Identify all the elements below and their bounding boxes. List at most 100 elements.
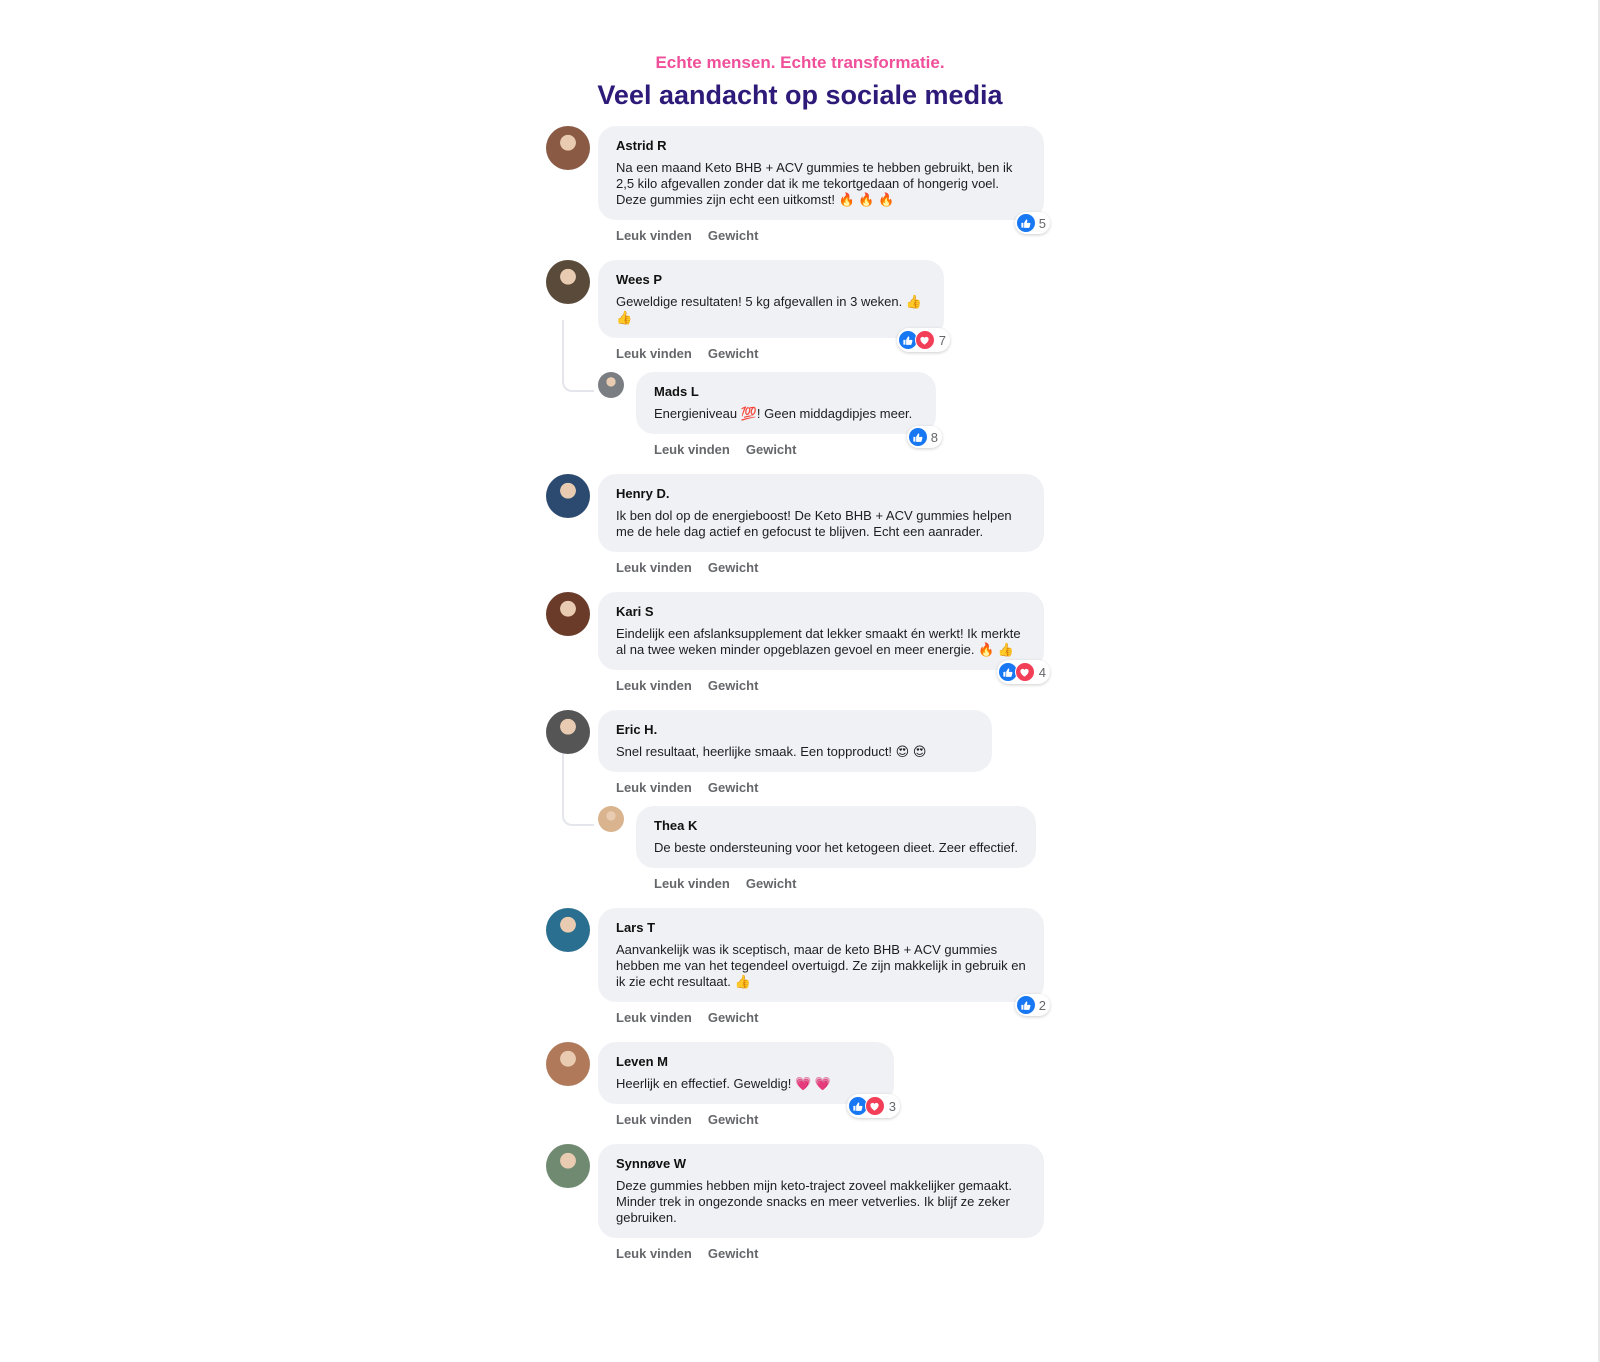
comment-author[interactable]: Thea K	[654, 818, 1018, 834]
reaction-summary[interactable]: 5	[1014, 212, 1050, 234]
comment-thread: Astrid R Na een maand Keto BHB + ACV gumm…	[546, 126, 1056, 244]
like-button[interactable]: Leuk vinden	[654, 876, 730, 892]
comment: Eric H. Snel resultaat, heerlijke smaak. …	[546, 710, 1056, 772]
reaction-summary[interactable]: 3	[846, 1094, 900, 1118]
comment-actions: Leuk vinden Gewicht	[546, 1238, 1056, 1262]
comment-text: De beste ondersteuning voor het ketogeen…	[654, 840, 1018, 855]
avatar[interactable]	[546, 260, 590, 304]
comment-actions: Leuk vinden Gewicht	[546, 220, 1056, 244]
comment-actions: Leuk vinden Gewicht	[546, 552, 1056, 576]
reply-connector	[562, 320, 594, 392]
weight-button[interactable]: Gewicht	[708, 346, 759, 362]
comment-actions: Leuk vinden Gewicht	[546, 772, 1056, 796]
comment-bubble: Wees P Geweldige resultaten! 5 kg afgeval…	[598, 260, 950, 352]
comment-bubble: Mads L Energieniveau 💯! Geen middagdipjes…	[636, 372, 942, 448]
reply-comment: Mads L Energieniveau 💯! Geen middagdipjes…	[598, 372, 1056, 448]
comment-actions: Leuk vinden Gewicht	[546, 338, 1056, 362]
comment-bubble: Lars T Aanvankelijk was ik sceptisch, maa…	[598, 908, 1050, 1016]
comment-text: Na een maand Keto BHB + ACV gummies te h…	[616, 160, 1013, 207]
like-button[interactable]: Leuk vinden	[616, 1246, 692, 1262]
comment-thread: Lars T Aanvankelijk was ik sceptisch, maa…	[546, 908, 1056, 1026]
reaction-summary[interactable]: 2	[1014, 994, 1050, 1016]
like-button[interactable]: Leuk vinden	[616, 1010, 692, 1026]
avatar[interactable]	[598, 806, 624, 832]
comment-body: Eric H. Snel resultaat, heerlijke smaak. …	[598, 710, 992, 772]
avatar[interactable]	[546, 126, 590, 170]
comment-thread: Eric H. Snel resultaat, heerlijke smaak. …	[546, 710, 1056, 892]
comment-bubble: Eric H. Snel resultaat, heerlijke smaak. …	[598, 710, 992, 772]
reaction-summary[interactable]: 7	[896, 328, 950, 352]
weight-button[interactable]: Gewicht	[708, 1112, 759, 1128]
reaction-count: 5	[1038, 215, 1046, 231]
comment-author[interactable]: Henry D.	[616, 486, 1026, 502]
weight-button[interactable]: Gewicht	[708, 1010, 759, 1026]
reply-list: Mads L Energieniveau 💯! Geen middagdipjes…	[562, 320, 1056, 458]
comment-thread: Wees P Geweldige resultaten! 5 kg afgeval…	[546, 260, 1056, 458]
comment-bubble: Leven M Heerlijk en effectief. Geweldig! …	[598, 1042, 900, 1118]
comment-bubble: Kari S Eindelijk een afslanksupplement da…	[598, 592, 1050, 684]
weight-button[interactable]: Gewicht	[708, 780, 759, 796]
reaction-count: 3	[888, 1098, 896, 1114]
comment-text: Energieniveau 💯! Geen middagdipjes meer.	[654, 406, 913, 421]
weight-button[interactable]: Gewicht	[708, 228, 759, 244]
comment-thread: Leven M Heerlijk en effectief. Geweldig! …	[546, 1042, 1056, 1128]
comment-bubble: Astrid R Na een maand Keto BHB + ACV gumm…	[598, 126, 1050, 234]
comment-author[interactable]: Synnøve W	[616, 1156, 1026, 1172]
comment-bubble: Henry D. Ik ben dol op de energieboost! D…	[598, 474, 1044, 552]
heart-icon	[914, 330, 935, 350]
reply-list: Thea K De beste ondersteuning voor het ke…	[562, 754, 1056, 892]
like-button[interactable]: Leuk vinden	[616, 228, 692, 244]
avatar[interactable]	[546, 908, 590, 952]
reaction-summary[interactable]: 8	[906, 426, 942, 448]
comment-author[interactable]: Eric H.	[616, 722, 974, 738]
comment-text: Deze gummies hebben mijn keto-traject zo…	[616, 1178, 1012, 1225]
reaction-summary[interactable]: 4	[996, 660, 1050, 684]
comment-author[interactable]: Astrid R	[616, 138, 1026, 154]
section-header: Echte mensen. Echte transformatie. Veel …	[0, 0, 1600, 112]
like-button[interactable]: Leuk vinden	[616, 780, 692, 796]
avatar[interactable]	[546, 1042, 590, 1086]
weight-button[interactable]: Gewicht	[708, 560, 759, 576]
comment-author[interactable]: Lars T	[616, 920, 1026, 936]
comment-thread: Kari S Eindelijk een afslanksupplement da…	[546, 592, 1056, 694]
reaction-count: 2	[1038, 997, 1046, 1013]
comment-body: Leven M Heerlijk en effectief. Geweldig! …	[598, 1042, 900, 1118]
comment-author[interactable]: Leven M	[616, 1054, 876, 1070]
reaction-count: 4	[1038, 664, 1046, 680]
avatar[interactable]	[546, 1144, 590, 1188]
like-button[interactable]: Leuk vinden	[616, 346, 692, 362]
like-button[interactable]: Leuk vinden	[616, 678, 692, 694]
avatar[interactable]	[546, 710, 590, 754]
heart-icon	[864, 1096, 885, 1116]
comment-actions: Leuk vinden Gewicht	[546, 1104, 1056, 1128]
comment-text: Heerlijk en effectief. Geweldig! 💗 💗	[616, 1076, 831, 1091]
comment: Synnøve W Deze gummies hebben mijn keto-t…	[546, 1144, 1056, 1238]
reply-connector	[562, 754, 594, 826]
avatar[interactable]	[546, 474, 590, 518]
comment-body: Kari S Eindelijk een afslanksupplement da…	[598, 592, 1050, 684]
comment-author[interactable]: Wees P	[616, 272, 926, 288]
comment: Henry D. Ik ben dol op de energieboost! D…	[546, 474, 1056, 552]
like-button[interactable]: Leuk vinden	[654, 442, 730, 458]
comment-actions: Leuk vinden Gewicht	[598, 434, 1056, 458]
comment-author[interactable]: Kari S	[616, 604, 1026, 620]
comment-text: Snel resultaat, heerlijke smaak. Een top…	[616, 744, 927, 759]
weight-button[interactable]: Gewicht	[708, 678, 759, 694]
comment: Leven M Heerlijk en effectief. Geweldig! …	[546, 1042, 1056, 1118]
like-button[interactable]: Leuk vinden	[616, 560, 692, 576]
comment-actions: Leuk vinden Gewicht	[598, 868, 1056, 892]
weight-button[interactable]: Gewicht	[746, 442, 797, 458]
comment-body: Lars T Aanvankelijk was ik sceptisch, maa…	[598, 908, 1050, 1016]
comment-text: Ik ben dol op de energieboost! De Keto B…	[616, 508, 1012, 539]
weight-button[interactable]: Gewicht	[708, 1246, 759, 1262]
avatar[interactable]	[546, 592, 590, 636]
like-button[interactable]: Leuk vinden	[616, 1112, 692, 1128]
comment: Lars T Aanvankelijk was ik sceptisch, maa…	[546, 908, 1056, 1016]
comment-body: Wees P Geweldige resultaten! 5 kg afgeval…	[598, 260, 950, 352]
comment-author[interactable]: Mads L	[654, 384, 918, 400]
avatar[interactable]	[598, 372, 624, 398]
section-kicker: Echte mensen. Echte transformatie.	[655, 53, 945, 72]
weight-button[interactable]: Gewicht	[746, 876, 797, 892]
reaction-count: 8	[930, 429, 938, 445]
comment-body: Mads L Energieniveau 💯! Geen middagdipjes…	[636, 372, 942, 448]
